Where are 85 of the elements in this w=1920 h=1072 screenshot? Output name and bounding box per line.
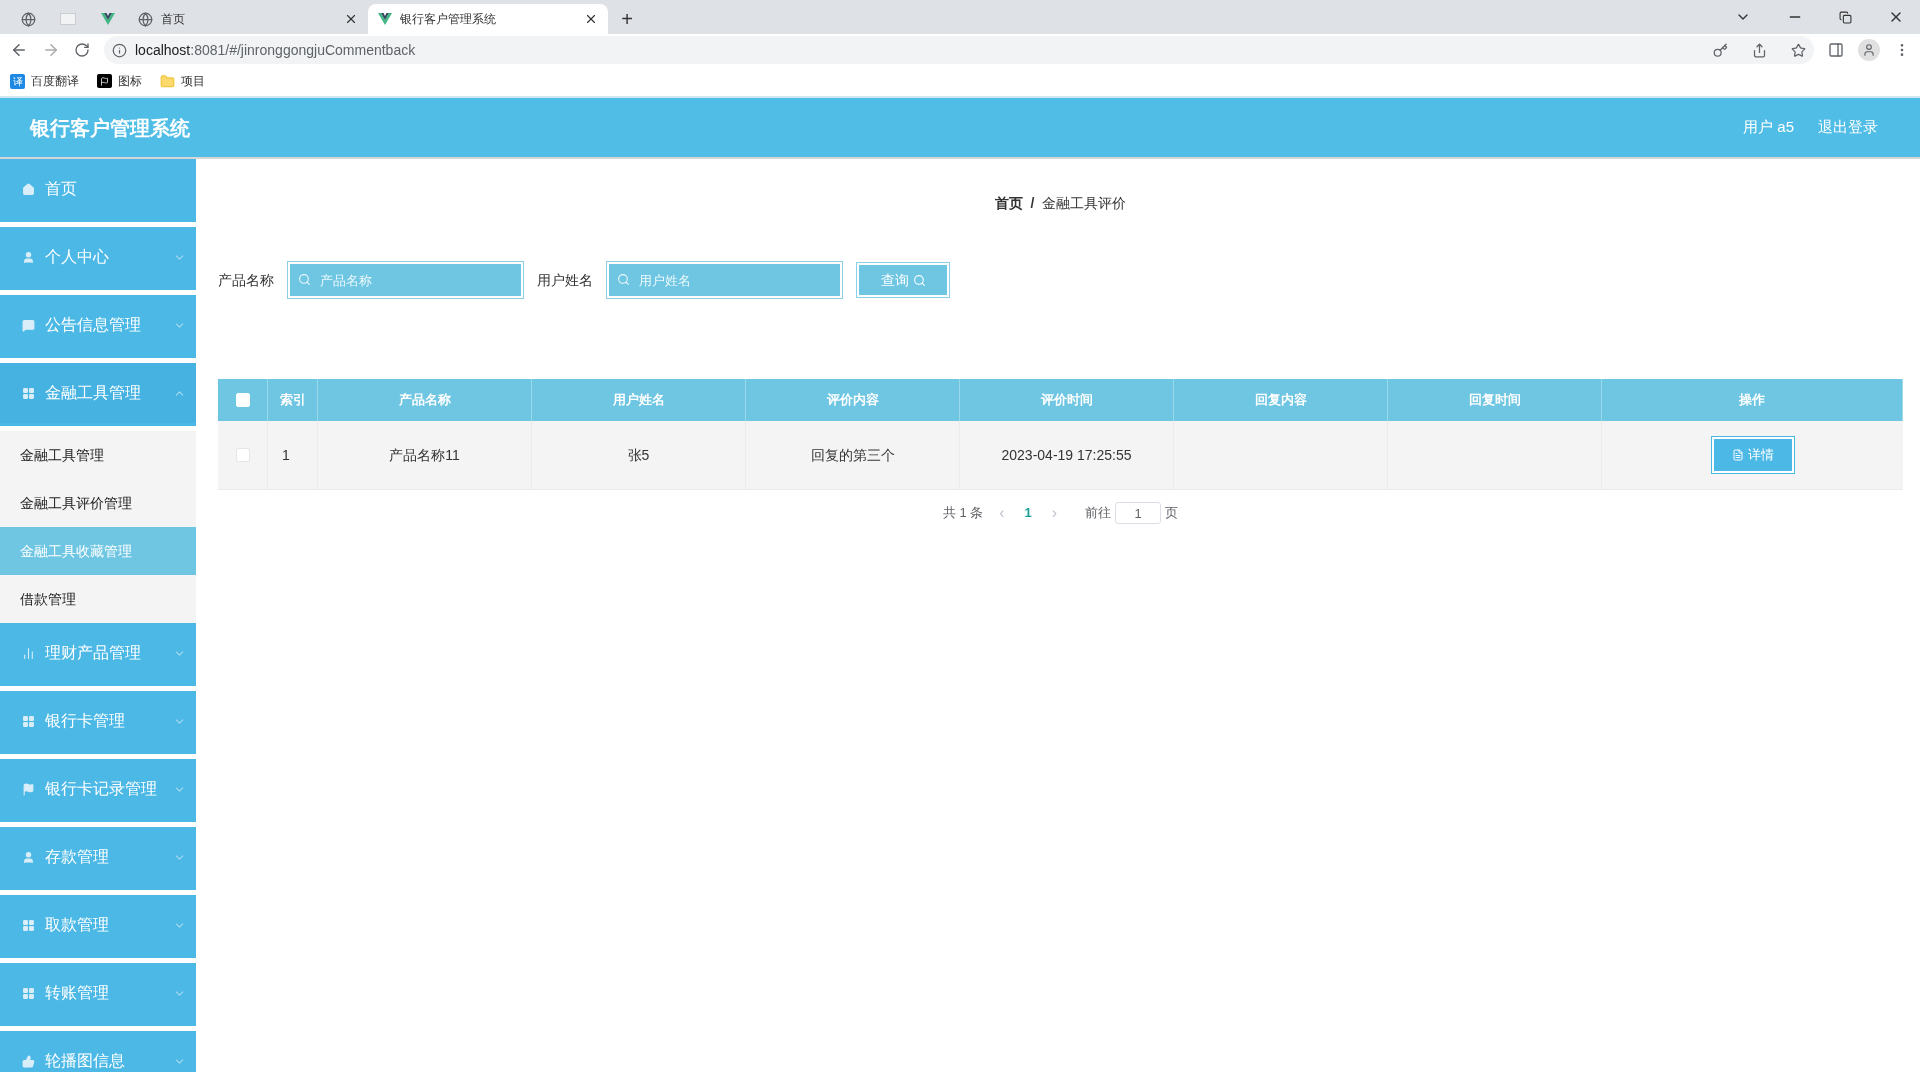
- table-cell-text: 张5: [627, 445, 650, 465]
- table-cell-text: 回复的第三个: [810, 445, 895, 465]
- table-cell-text: 1: [282, 445, 290, 465]
- menu-item-icon: [22, 318, 35, 332]
- profile-icon[interactable]: [1858, 39, 1880, 61]
- search-field[interactable]: 产品名称: [288, 262, 523, 298]
- flag-icon: [97, 74, 112, 88]
- vue-logo-icon: [101, 13, 115, 25]
- table-cell-text: 2023-04-19 17:25:55: [1001, 445, 1132, 465]
- address-field[interactable]: localhost:8081/#/jinronggongjuCommentback: [104, 36, 1814, 64]
- sidebar-item[interactable]: 存款管理: [0, 827, 196, 890]
- menu-item-icon: [22, 850, 35, 864]
- submenu-item[interactable]: 金融工具收藏管理: [0, 527, 196, 575]
- breadcrumb-item[interactable]: 金融工具评价: [1042, 192, 1127, 214]
- app-title: 银行客户管理系统: [30, 115, 190, 141]
- query-button[interactable]: 查询: [856, 262, 950, 298]
- row-checkbox[interactable]: [235, 448, 250, 462]
- details-button[interactable]: 详情: [1711, 437, 1794, 473]
- goto-label: 前往: [1085, 504, 1112, 523]
- close-icon[interactable]: [584, 12, 598, 26]
- pagination-total: 共 1 条: [942, 504, 984, 523]
- sidebar-item[interactable]: 转账管理: [0, 963, 196, 1026]
- menu-item-icon: [22, 250, 35, 264]
- user-name: 用户 a5: [1743, 117, 1794, 138]
- search-field[interactable]: 用户姓名: [607, 262, 842, 298]
- menu-item-icon: [22, 1054, 35, 1068]
- bookmark-item[interactable]: 译 百度翻译: [10, 72, 79, 90]
- folder-icon: [160, 73, 175, 89]
- menu-item-icon: [22, 182, 35, 196]
- search-icon: [298, 273, 311, 286]
- field-label: 产品名称: [218, 270, 274, 290]
- vue-logo-icon: [378, 13, 392, 25]
- bookmark-item[interactable]: 图标: [97, 72, 142, 90]
- browser-tab[interactable]: 银行客户管理系统: [368, 4, 608, 34]
- blank-page-icon: [60, 13, 76, 25]
- sidebar-item[interactable]: 首页: [0, 159, 196, 222]
- menu-item-icon: [22, 918, 35, 932]
- submenu-item[interactable]: 金融工具管理: [0, 431, 196, 479]
- next-page-button[interactable]: ›: [1051, 501, 1058, 525]
- sidebar-item[interactable]: 个人中心: [0, 227, 196, 290]
- menu-item-icon: [22, 386, 35, 400]
- translate-icon: 译: [10, 73, 25, 89]
- logout-link[interactable]: 退出登录: [1818, 116, 1878, 139]
- submenu-item[interactable]: 金融工具评价管理: [0, 479, 196, 527]
- back-icon[interactable]: [10, 41, 28, 59]
- bookmark-item[interactable]: 项目: [160, 72, 205, 90]
- tab-title: 银行客户管理系统: [400, 11, 496, 28]
- breadcrumb-item[interactable]: 首页: [994, 192, 1023, 214]
- menu-item-icon: [22, 782, 35, 796]
- sidebar-item[interactable]: 金融工具管理: [0, 363, 196, 426]
- share-icon[interactable]: [1752, 42, 1767, 58]
- breadcrumb-separator: /: [1030, 193, 1035, 213]
- new-tab-button[interactable]: +: [612, 4, 642, 34]
- table-cell-text: 产品名称11: [389, 445, 460, 465]
- side-panel-icon[interactable]: [1828, 42, 1844, 58]
- globe-icon: [138, 11, 153, 27]
- sidebar-item[interactable]: 银行卡管理: [0, 691, 196, 754]
- field-label: 用户姓名: [537, 270, 593, 290]
- url-text: localhost:8081/#/jinronggongjuCommentback: [135, 40, 416, 60]
- reload-icon[interactable]: [74, 42, 90, 58]
- restore-icon[interactable]: [1839, 10, 1852, 24]
- bookmark-star-icon[interactable]: [1791, 42, 1806, 58]
- sidebar-item[interactable]: 理财产品管理: [0, 623, 196, 686]
- search-icon: [912, 273, 926, 287]
- menu-item-icon: [22, 714, 35, 728]
- document-icon: [1731, 449, 1744, 461]
- page-input[interactable]: 1: [1115, 502, 1162, 524]
- page-unit: 页: [1165, 504, 1179, 523]
- browser-tab[interactable]: 首页: [128, 4, 368, 34]
- sidebar-item[interactable]: 公告信息管理: [0, 295, 196, 358]
- tab-title: 首页: [161, 11, 185, 28]
- menu-item-icon: [22, 646, 35, 660]
- menu-item-icon: [22, 986, 35, 1000]
- info-icon[interactable]: [112, 42, 127, 58]
- prev-page-button[interactable]: ‹: [999, 501, 1005, 525]
- page-number[interactable]: 1: [1024, 503, 1032, 523]
- sidebar-item[interactable]: 取款管理: [0, 895, 196, 958]
- key-icon[interactable]: [1713, 42, 1728, 58]
- header-checkbox[interactable]: [235, 393, 250, 407]
- sidebar-item[interactable]: 银行卡记录管理: [0, 759, 196, 822]
- sidebar-item[interactable]: 轮播图信息: [0, 1031, 196, 1072]
- globe-icon: [20, 11, 36, 27]
- search-icon: [617, 273, 630, 286]
- close-icon[interactable]: [344, 12, 358, 26]
- submenu-item[interactable]: 借款管理: [0, 575, 196, 623]
